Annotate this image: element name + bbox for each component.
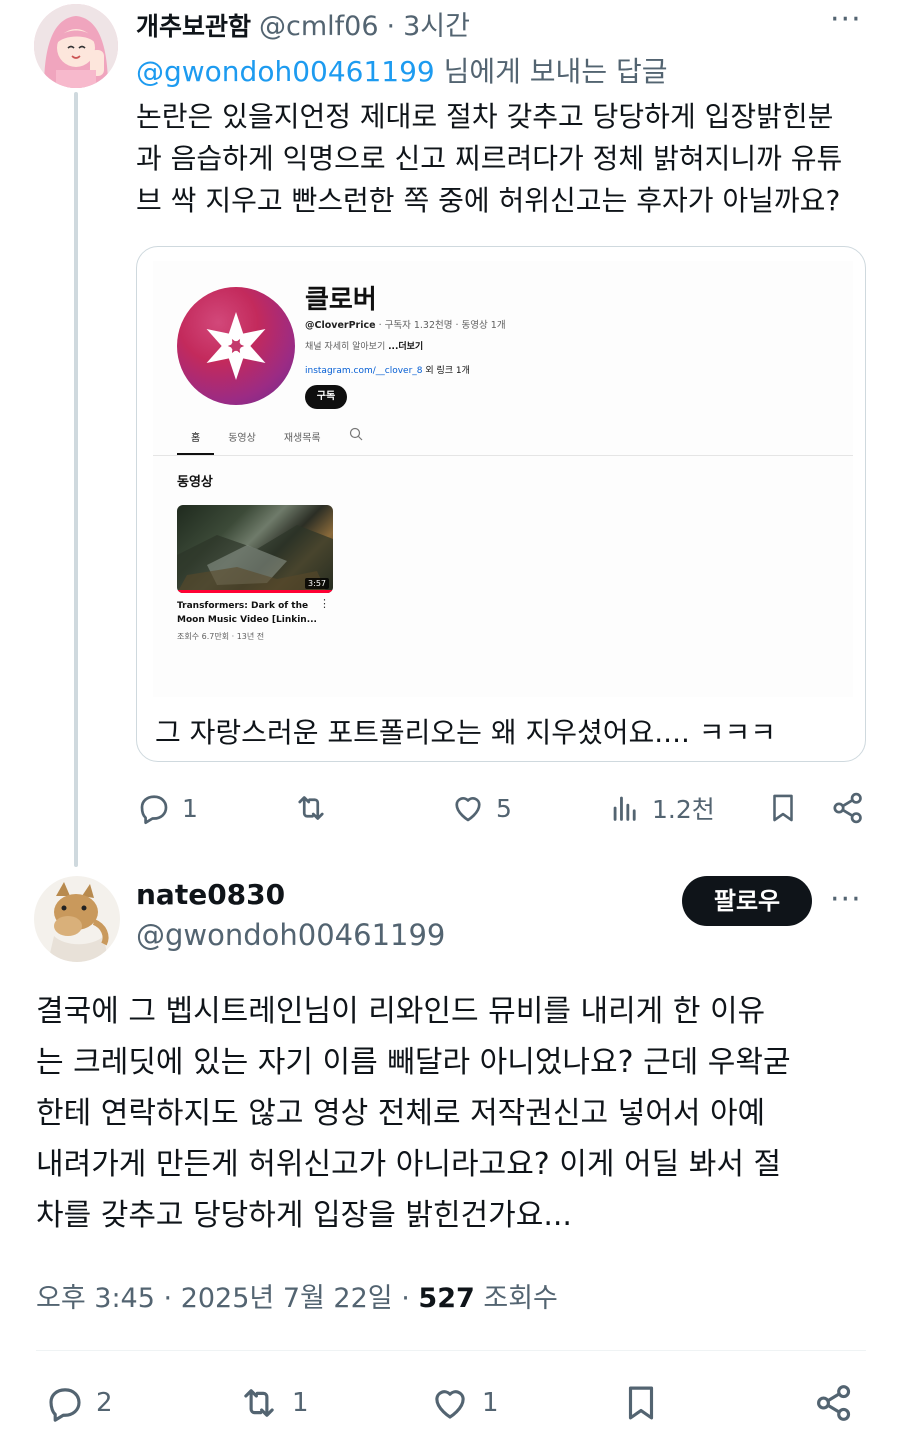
meta-separator: · xyxy=(401,1283,410,1314)
bookmark-icon xyxy=(628,1386,654,1420)
channel-name: 클로버 xyxy=(305,285,377,315)
channel-avatar xyxy=(177,287,295,405)
main-more-button[interactable]: ··· xyxy=(830,882,862,917)
main-reply-count: 2 xyxy=(96,1388,113,1418)
reply-share-button[interactable] xyxy=(830,790,866,826)
reply-time[interactable]: 3시간 xyxy=(403,4,470,43)
channel-tab-home: 홈 xyxy=(177,427,215,455)
reply-like-button[interactable]: 5 xyxy=(450,790,512,826)
replying-to-handle-link[interactable]: @gwondoh00461199 xyxy=(136,55,435,88)
reply-image-card[interactable]: 클로버 @CloverPrice · 구독자 1.32천명 · 동영상 1개 채… xyxy=(136,246,866,762)
tweet-time[interactable]: 오후 3:45 xyxy=(36,1283,155,1314)
heart-icon xyxy=(455,797,481,822)
views-chart-icon xyxy=(613,796,636,821)
main-retweet-button[interactable]: 1 xyxy=(236,1382,309,1424)
main-like-button[interactable]: 1 xyxy=(428,1382,499,1424)
reply-reply-button[interactable]: 1 xyxy=(136,790,198,826)
heart-icon xyxy=(435,1390,465,1419)
reply-icon xyxy=(140,795,168,825)
bookmark-icon xyxy=(773,794,793,822)
reply-handle[interactable]: @cmlf06 xyxy=(259,11,379,42)
main-avatar[interactable] xyxy=(34,876,120,962)
channel-link: instagram.com/__clover_8 xyxy=(305,366,423,376)
tweet-views-count: 527 xyxy=(418,1283,475,1314)
channel-description-more: ...더보기 xyxy=(388,342,424,352)
main-like-count: 1 xyxy=(482,1388,499,1418)
reply-display-name[interactable]: 개추보관함 xyxy=(136,7,251,43)
retweet-icon xyxy=(244,1389,274,1417)
clover-flower-logo-icon xyxy=(206,312,266,380)
image-caption: 그 자랑스러운 포트폴리오는 왜 지우셨어요.... ㅋㅋㅋ xyxy=(155,716,777,749)
main-share-button[interactable] xyxy=(812,1382,856,1424)
tweet-date[interactable]: 2025년 7월 22일 xyxy=(181,1283,393,1314)
channel-tabs: 홈 동영상 재생목록 xyxy=(177,427,377,455)
meta-separator: · xyxy=(163,1283,173,1314)
channel-meta: @CloverPrice · 구독자 1.32천명 · 동영상 1개 xyxy=(305,317,506,331)
reply-count: 1 xyxy=(182,793,198,823)
channel-tab-videos: 동영상 xyxy=(228,433,256,444)
more-icon: ··· xyxy=(830,2,862,37)
reply-icon xyxy=(49,1388,81,1422)
video-progress-bar xyxy=(177,590,333,593)
more-icon: ··· xyxy=(830,882,862,917)
channel-link-more: 외 링크 1개 xyxy=(422,366,470,376)
main-display-name[interactable]: nate0830 xyxy=(136,878,285,911)
tweet-views-label: 조회수 xyxy=(483,1283,558,1314)
subscribe-button: 구독 xyxy=(305,385,347,409)
main-bookmark-button[interactable] xyxy=(620,1382,662,1424)
main-handle[interactable]: @gwondoh00461199 xyxy=(136,918,445,952)
replying-to-line: @gwondoh00461199 님에게 보내는 답글 xyxy=(136,50,668,90)
replying-to-suffix: 님에게 보내는 답글 xyxy=(434,55,668,88)
views-count: 1.2천 xyxy=(652,795,715,824)
reply-separator: · xyxy=(386,11,396,42)
video-title: Transformers: Dark of the Moon Music Vid… xyxy=(177,601,317,625)
channel-tab-playlists: 재생목록 xyxy=(283,433,321,444)
main-reply-button[interactable]: 2 xyxy=(44,1382,113,1424)
reply-avatar[interactable] xyxy=(34,4,118,88)
reply-bookmark-button[interactable] xyxy=(766,790,800,826)
reply-more-button[interactable]: ··· xyxy=(830,2,862,37)
channel-links: instagram.com/__clover_8 외 링크 1개 xyxy=(305,363,470,376)
search-icon xyxy=(335,427,377,455)
reply-header: 개추보관함 @cmlf06 · 3시간 xyxy=(136,4,470,43)
horse-costume-avatar-image xyxy=(34,876,120,962)
video-menu-icon: ⋮ xyxy=(319,597,330,610)
thread-connector-line xyxy=(74,92,78,867)
reply-text: 논란은 있을지언정 제대로 절차 갖추고 당당하게 입장밝힌분 과 음습하게 익… xyxy=(136,100,843,217)
like-count: 5 xyxy=(496,793,512,823)
anime-girl-avatar-image xyxy=(34,4,118,88)
channel-stats: · 구독자 1.32천명 · 동영상 1개 xyxy=(375,320,506,331)
tweet-meta: 오후 3:45 · 2025년 7월 22일 · 527 조회수 xyxy=(36,1276,558,1315)
channel-tabs-divider xyxy=(153,455,853,456)
video-meta: 조회수 6.7만회 · 13년 전 xyxy=(177,632,265,641)
reply-retweet-button[interactable] xyxy=(292,790,340,826)
meta-divider xyxy=(36,1350,866,1351)
main-retweet-count: 1 xyxy=(292,1388,309,1418)
channel-handle: @CloverPrice xyxy=(305,320,376,331)
reply-views-button[interactable]: 1.2천 xyxy=(608,790,715,826)
share-icon xyxy=(817,1385,851,1421)
channel-description-text: 채널 자세히 알아보기 xyxy=(305,342,389,352)
youtube-channel-screenshot: 클로버 @CloverPrice · 구독자 1.32천명 · 동영상 1개 채… xyxy=(153,261,853,697)
follow-button[interactable]: 팔로우 xyxy=(682,876,812,926)
main-tweet-text: 결국에 그 벱시트레인님이 리와인드 뮤비를 내리게 한 이유 는 크레딧에 있… xyxy=(36,994,791,1233)
retweet-icon xyxy=(298,796,324,820)
channel-description: 채널 자세히 알아보기 ...더보기 xyxy=(305,339,423,352)
share-icon xyxy=(833,792,862,824)
video-thumbnail: 3:57 xyxy=(177,505,333,593)
video-duration: 3:57 xyxy=(305,578,329,589)
videos-section-title: 동영상 xyxy=(177,475,213,490)
